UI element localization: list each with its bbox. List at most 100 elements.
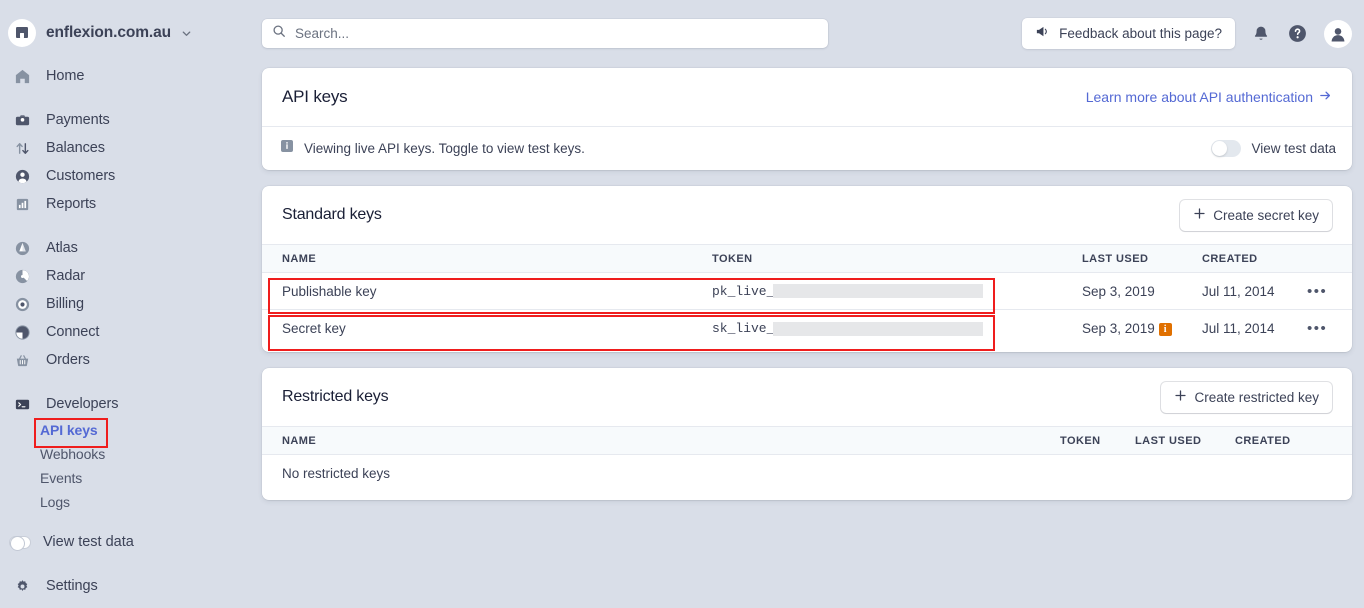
sidebar-item-atlas[interactable]: Atlas — [0, 234, 260, 262]
sidebar-item-balances[interactable]: Balances — [0, 134, 260, 162]
search-box[interactable] — [262, 19, 828, 48]
learn-more-link[interactable]: Learn more about API authentication — [1086, 89, 1332, 105]
sidebar-label: Reports — [46, 196, 97, 212]
main-content: Feedback about this page? API keys Learn… — [260, 0, 1364, 608]
chevron-down-icon — [181, 28, 192, 39]
sidebar-label: Atlas — [46, 240, 78, 256]
token-prefix: pk_live_ — [712, 284, 775, 299]
section-title: Restricted keys — [282, 388, 389, 405]
sidebar-label: Radar — [46, 268, 85, 284]
view-test-data-toggle-main[interactable]: View test data — [1211, 140, 1336, 157]
sidebar-item-reports[interactable]: Reports — [0, 190, 260, 218]
key-created: Jul 11, 2014 — [1202, 272, 1307, 310]
plus-icon — [1193, 207, 1206, 223]
key-token[interactable]: pk_live_ — [712, 272, 1082, 310]
restricted-keys-table: NAME TOKEN LAST USED CREATED No restrict… — [262, 426, 1352, 492]
banner-content: Viewing live API keys. Toggle to view te… — [280, 139, 585, 158]
connect-icon — [12, 322, 32, 342]
orange-info-icon[interactable]: i — [1158, 322, 1172, 336]
restricted-keys-header: Restricted keys Create restricted key — [262, 368, 1352, 426]
view-test-data-toggle[interactable]: View test data — [0, 528, 260, 556]
reports-icon — [12, 194, 32, 214]
sidebar-label: Webhooks — [40, 446, 106, 462]
toggle-switch[interactable] — [9, 535, 31, 551]
column-header-last-used: LAST USED — [1082, 244, 1202, 273]
column-header-actions — [1307, 244, 1352, 273]
token-prefix: sk_live_ — [712, 321, 775, 337]
key-last-used: Sep 3, 2019 i — [1082, 310, 1202, 347]
sidebar-label: API keys — [40, 422, 98, 438]
sidebar-label: Orders — [46, 352, 90, 368]
help-circle-icon[interactable] — [1287, 23, 1308, 44]
sidebar-item-api-keys[interactable]: API keys — [0, 418, 260, 442]
nav-divider — [0, 556, 260, 572]
column-header-last-used: LAST USED — [1135, 426, 1235, 455]
sidebar-item-home[interactable]: Home — [0, 62, 260, 90]
column-header-created: CREATED — [1202, 244, 1307, 273]
sidebar-item-webhooks[interactable]: Webhooks — [0, 442, 260, 466]
nav-divider — [0, 218, 260, 234]
table-header-row: NAME TOKEN LAST USED CREATED — [262, 244, 1352, 273]
banner-text: Viewing live API keys. Toggle to view te… — [304, 141, 585, 156]
toggle-switch[interactable] — [1211, 140, 1242, 157]
user-avatar-icon[interactable] — [1324, 19, 1352, 48]
column-header-created: CREATED — [1235, 426, 1352, 455]
create-secret-key-button[interactable]: Create secret key — [1180, 199, 1332, 231]
feedback-label: Feedback about this page? — [1059, 26, 1222, 41]
sidebar-label: Balances — [46, 140, 105, 156]
payments-icon — [12, 110, 32, 130]
overflow-menu-icon[interactable]: ••• — [1307, 283, 1327, 300]
nav-divider — [0, 90, 260, 106]
key-token[interactable]: sk_live_ — [712, 310, 1082, 347]
sidebar-item-settings[interactable]: Settings — [0, 572, 260, 600]
empty-state-row: No restricted keys — [262, 455, 1352, 492]
sidebar-item-orders[interactable]: Orders — [0, 346, 260, 374]
create-restricted-key-button[interactable]: Create restricted key — [1161, 381, 1332, 413]
api-keys-card-header: API keys Learn more about API authentica… — [262, 68, 1352, 126]
token-masked-bar — [773, 284, 984, 299]
toggle-label: View test data — [1251, 141, 1336, 156]
sidebar-item-radar[interactable]: Radar — [0, 262, 260, 290]
learn-more-label: Learn more about API authentication — [1085, 89, 1313, 105]
sidebar-label: Developers — [46, 396, 119, 412]
sidebar-item-connect[interactable]: Connect — [0, 318, 260, 346]
home-icon — [12, 66, 32, 86]
nav-divider — [0, 514, 260, 528]
sidebar-item-developers[interactable]: Developers — [0, 390, 260, 418]
arrow-right-icon — [1319, 89, 1332, 105]
sidebar-item-events[interactable]: Events — [0, 466, 260, 490]
overflow-menu-icon[interactable]: ••• — [1307, 320, 1327, 337]
sidebar-item-logs[interactable]: Logs — [0, 490, 260, 514]
feedback-button[interactable]: Feedback about this page? — [1022, 18, 1235, 49]
account-switcher[interactable]: enflexion.com.au — [8, 18, 192, 48]
sidebar-label: Customers — [46, 168, 116, 184]
radar-icon — [12, 266, 32, 286]
standard-keys-header: Standard keys Create secret key — [262, 186, 1352, 244]
store-icon — [8, 19, 36, 47]
sidebar: enflexion.com.au Home Payments Balances … — [0, 0, 260, 608]
table-row[interactable]: Secret key sk_live_ Sep 3, 2019 i Jul 11… — [262, 310, 1352, 347]
api-keys-card: API keys Learn more about API authentica… — [262, 68, 1352, 170]
key-name: Publishable key — [262, 272, 712, 310]
account-name: enflexion.com.au — [46, 24, 172, 41]
column-header-token: TOKEN — [1060, 426, 1135, 455]
bell-icon[interactable] — [1251, 24, 1271, 44]
info-icon — [280, 139, 294, 158]
token-masked-bar — [773, 321, 984, 336]
sidebar-item-billing[interactable]: Billing — [0, 290, 260, 318]
table-row[interactable]: Publishable key pk_live_ Sep 3, 2019 Jul… — [262, 272, 1352, 310]
section-title: Standard keys — [282, 206, 382, 223]
empty-state-text: No restricted keys — [282, 465, 391, 481]
search-icon — [272, 24, 286, 43]
column-header-token: TOKEN — [712, 244, 1082, 273]
top-bar-actions: Feedback about this page? — [1022, 18, 1352, 49]
sidebar-item-customers[interactable]: Customers — [0, 162, 260, 190]
search-input[interactable] — [295, 26, 818, 41]
developers-icon — [12, 394, 32, 414]
create-secret-key-label: Create secret key — [1213, 207, 1319, 223]
sidebar-item-payments[interactable]: Payments — [0, 106, 260, 134]
row-actions[interactable]: ••• — [1307, 272, 1352, 310]
key-last-used: Sep 3, 2019 — [1082, 272, 1202, 310]
key-name: Secret key — [282, 320, 346, 336]
row-actions[interactable]: ••• — [1307, 310, 1352, 347]
